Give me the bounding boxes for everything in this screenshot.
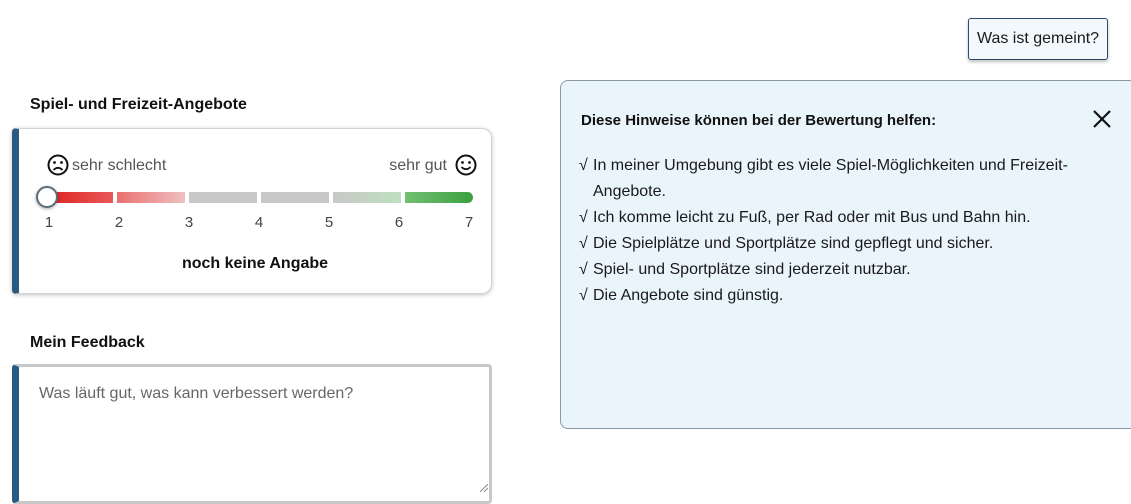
scale-tick-label: 4 <box>254 214 264 231</box>
scale-tick-label: 1 <box>44 214 54 231</box>
feedback-input[interactable] <box>12 364 492 504</box>
hint-item: √ Spiel- und Sportplätze sind jederzeit n… <box>579 257 1119 283</box>
hints-title: Diese Hinweise können bei der Bewertung … <box>581 112 937 129</box>
scale-tick-label: 3 <box>184 214 194 231</box>
slider-segment <box>117 192 185 203</box>
sad-face-icon <box>47 154 69 176</box>
scale-tick-label: 6 <box>394 214 404 231</box>
check-icon: √ <box>579 209 588 226</box>
check-icon: √ <box>579 235 588 252</box>
hint-text: Ich komme leicht zu Fuß, per Rad oder mi… <box>593 209 1031 226</box>
hint-item: √ Die Angebote sind günstig. <box>579 283 1119 309</box>
hint-text: Spiel- und Sportplätze sind jederzeit nu… <box>593 261 911 278</box>
hint-item: √ Ich komme leicht zu Fuß, per Rad oder m… <box>579 205 1119 231</box>
rating-status: noch keine Angabe <box>181 255 329 272</box>
slider-segment <box>405 192 473 203</box>
slider-segment <box>261 192 329 203</box>
hint-item: √ Die Spielplätze und Sportplätze sind ge… <box>579 231 1119 257</box>
slider-segment <box>189 192 257 203</box>
what-is-meant-button[interactable]: Was ist gemeint? <box>968 18 1108 60</box>
scale-tick-label: 7 <box>464 214 474 231</box>
check-icon: √ <box>579 157 588 174</box>
rating-slider-thumb[interactable] <box>36 186 58 208</box>
hints-list: √ In meiner Umgebung gibt es viele Spiel-… <box>579 153 1119 309</box>
feedback-title: Mein Feedback <box>30 334 145 351</box>
check-icon: √ <box>579 261 588 278</box>
resize-grip-icon[interactable] <box>478 484 488 492</box>
happy-face-icon <box>455 154 477 176</box>
scale-label-low: sehr schlecht <box>72 157 167 174</box>
rating-title: Spiel- und Freizeit-Angebote <box>30 96 247 113</box>
rating-card: sehr schlecht sehr gut 1 2 3 4 5 6 7 noch kein… <box>12 128 492 294</box>
hint-text: In meiner Umgebung gibt es viele Spiel-M… <box>593 157 1068 200</box>
slider-segment <box>333 192 401 203</box>
close-icon[interactable] <box>1091 108 1113 130</box>
scale-tick-label: 5 <box>324 214 334 231</box>
hints-panel: Diese Hinweise können bei der Bewertung … <box>560 80 1131 429</box>
check-icon: √ <box>579 287 588 304</box>
scale-tick-label: 2 <box>114 214 124 231</box>
hint-item: √ In meiner Umgebung gibt es viele Spiel-… <box>579 153 1119 205</box>
scale-ticks: 1 2 3 4 5 6 7 <box>45 214 473 234</box>
rating-slider-track[interactable] <box>45 192 473 203</box>
scale-label-high: sehr gut <box>389 157 447 174</box>
hint-text: Die Spielplätze und Sportplätze sind gep… <box>593 235 994 252</box>
hint-text: Die Angebote sind günstig. <box>593 287 784 304</box>
